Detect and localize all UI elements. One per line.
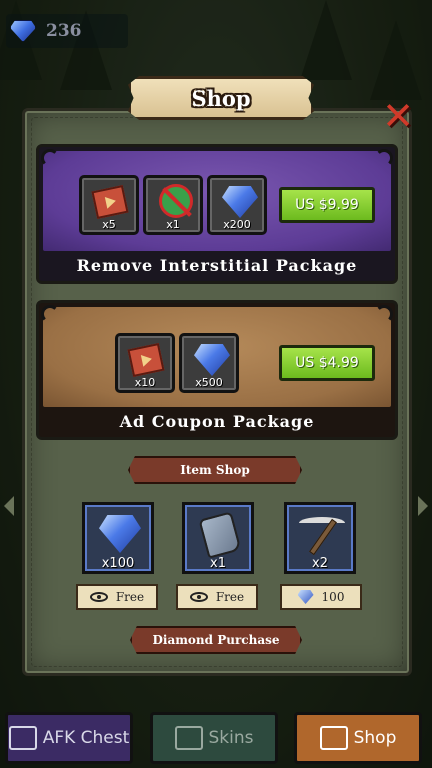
item-pickaxe[interactable]: x2 <box>284 502 356 574</box>
item-diamond[interactable]: x100 <box>82 502 154 574</box>
scroll-left-arrow[interactable] <box>4 496 14 516</box>
nav-label: Skins <box>208 728 254 748</box>
diamond-icon <box>99 515 141 553</box>
buy-button[interactable]: US $9.99 <box>279 187 375 223</box>
item-quantity: x1 <box>166 218 180 231</box>
item-quantity: x2 <box>312 556 328 571</box>
ornament-corner <box>41 305 59 323</box>
video-ad-icon <box>89 592 108 602</box>
ornament-corner <box>375 305 393 323</box>
diamond-icon <box>10 20 36 42</box>
package-title: Remove Interstitial Package <box>76 256 358 275</box>
ad-coupon-icon <box>91 184 129 220</box>
package-item-no-ads: x1 <box>143 175 203 235</box>
ad-coupon-package: x10 x500 US $4.99 Ad Coupon Package <box>36 300 398 440</box>
cost-label: 100 <box>321 590 345 604</box>
diamond-cost-button[interactable]: 100 <box>280 584 362 610</box>
ad-coupon-icon <box>127 342 165 378</box>
item-quantity: x1 <box>210 556 226 571</box>
close-icon[interactable]: ✕ <box>380 97 416 135</box>
diamond-icon <box>297 590 314 604</box>
item-glove[interactable]: x1 <box>182 502 254 574</box>
package-item-ad-coupon: x10 <box>115 333 175 393</box>
package-item-diamond: x500 <box>179 333 239 393</box>
cost-label: Free <box>115 590 145 604</box>
package-title: Ad Coupon Package <box>119 412 315 431</box>
no-ads-icon <box>159 184 193 218</box>
nav-afk-chest[interactable]: AFK Chest <box>5 712 133 764</box>
item-quantity: x5 <box>102 218 116 231</box>
cost-label: Free <box>215 590 245 604</box>
ornament-corner <box>41 149 59 167</box>
package-item-ad-coupon: x5 <box>79 175 139 235</box>
item-quantity: x10 <box>134 376 156 389</box>
remove-interstitial-package: x5 x1 x200 US $9.99 Remove Interstitial … <box>36 144 398 284</box>
nav-label: Shop <box>353 728 397 748</box>
item-quantity: x100 <box>101 556 135 571</box>
buy-button[interactable]: US $4.99 <box>279 345 375 381</box>
diamond-amount: 236 <box>46 21 82 41</box>
scroll-right-arrow[interactable] <box>418 496 428 516</box>
diamond-icon <box>194 344 230 376</box>
watch-video-free-button[interactable]: Free <box>176 584 258 610</box>
chest-icon <box>8 726 37 750</box>
diamond-counter: 236 <box>6 14 128 48</box>
nav-skins[interactable]: Skins <box>150 712 278 764</box>
item-quantity: x200 <box>223 218 251 231</box>
diamond-icon <box>222 186 258 218</box>
shop-title-banner: Shop <box>128 76 314 120</box>
package-item-diamond: x200 <box>207 175 267 235</box>
watch-video-free-button[interactable]: Free <box>76 584 158 610</box>
pickaxe-icon <box>299 517 345 529</box>
item-quantity: x500 <box>195 376 223 389</box>
shop-icon <box>319 726 348 750</box>
diamond-purchase-banner: Diamond Purchase <box>130 626 302 654</box>
skins-icon <box>174 726 203 750</box>
nav-shop[interactable]: Shop <box>294 712 422 764</box>
item-shop-banner: Item Shop <box>128 456 302 484</box>
ornament-corner <box>375 149 393 167</box>
nav-label: AFK Chest <box>42 728 130 748</box>
shop-title: Shop <box>191 85 251 111</box>
video-ad-icon <box>189 592 208 602</box>
glove-icon <box>198 511 242 559</box>
